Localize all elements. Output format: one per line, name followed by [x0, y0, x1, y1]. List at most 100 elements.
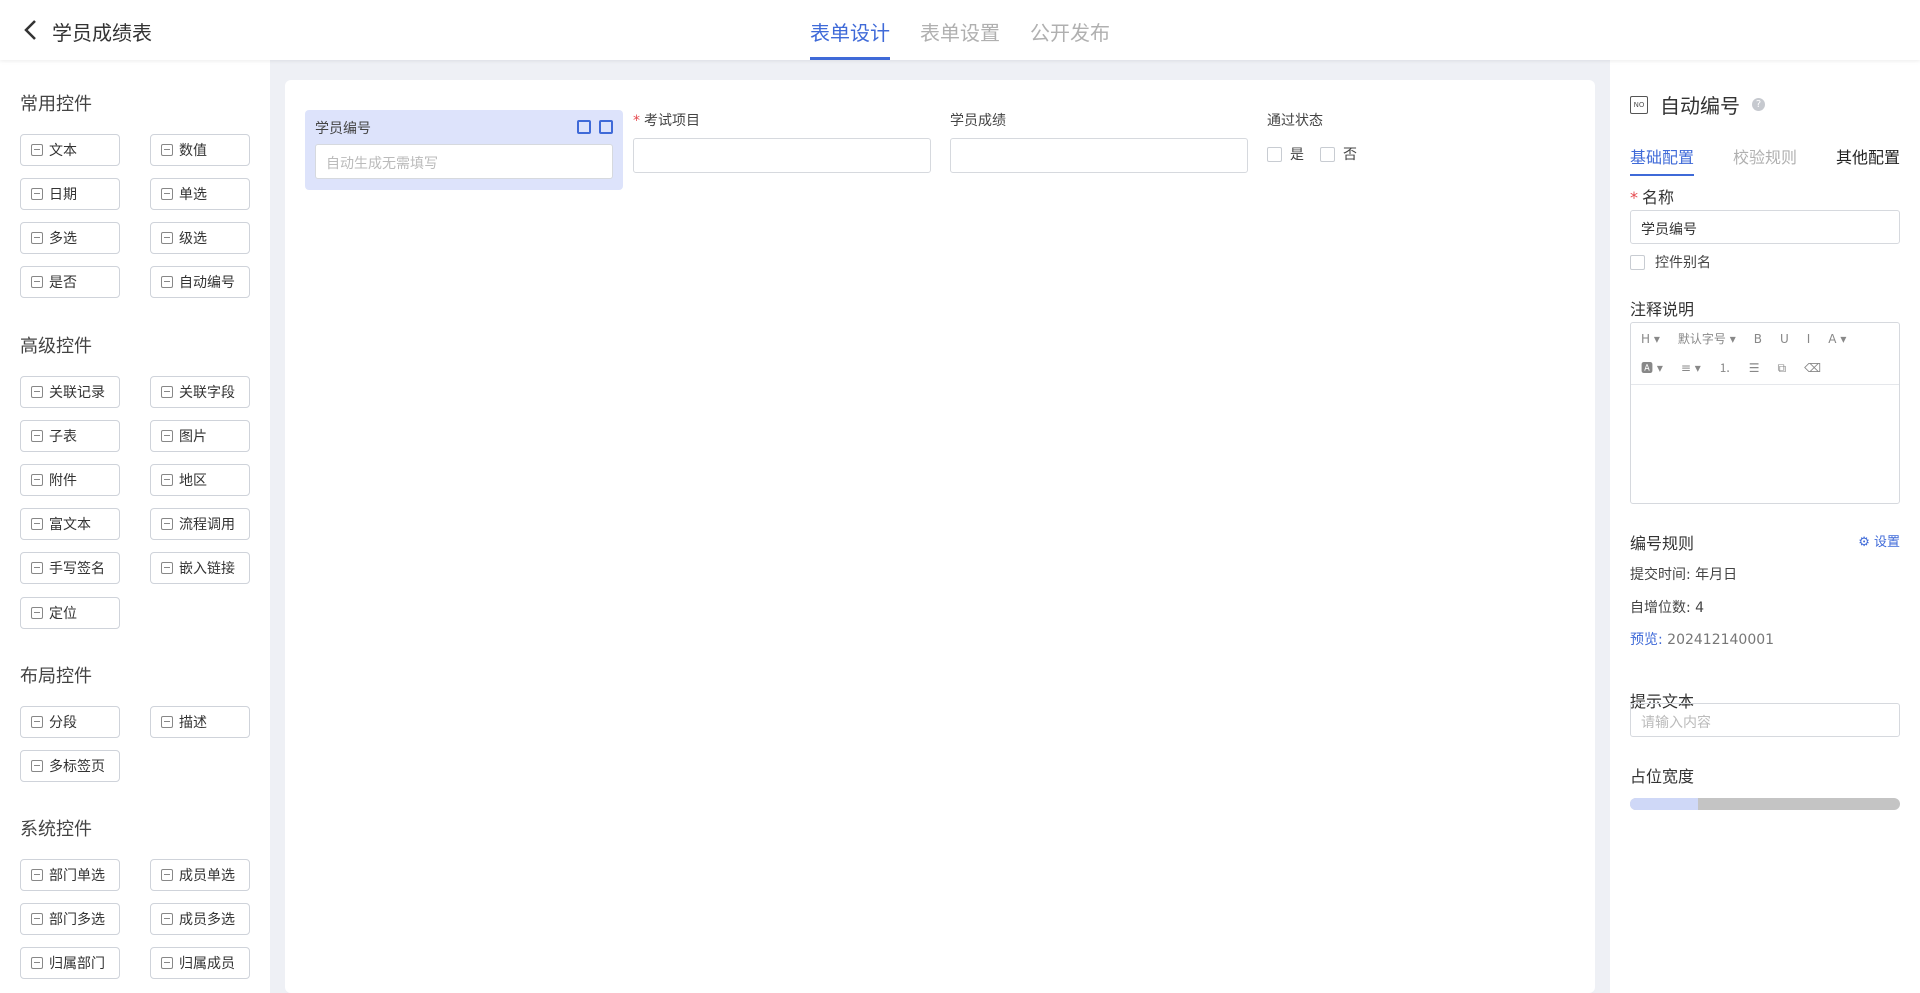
ctrl-dept-multi[interactable]: 部门多选: [20, 903, 120, 935]
ctrl-owner-dept[interactable]: 归属部门: [20, 947, 120, 979]
underline-button[interactable]: U: [1780, 329, 1789, 349]
department-icon: [31, 869, 43, 881]
font-size-select[interactable]: 默认字号 ▾: [1678, 329, 1736, 349]
ctrl-owner-member[interactable]: 归属成员: [150, 947, 250, 979]
form-title: 学员成绩表: [52, 21, 152, 45]
tab-basic-config[interactable]: 基础配置: [1630, 144, 1695, 176]
ordered-list-button[interactable]: ⒈: [1719, 358, 1731, 378]
submit-time-value: 年月日: [1695, 567, 1738, 583]
ctrl-region[interactable]: 地区: [150, 464, 250, 496]
ctrl-member-multi[interactable]: 成员多选: [150, 903, 250, 935]
ctrl-embed-link[interactable]: 嵌入链接: [150, 552, 250, 584]
gear-icon: ⚙: [1858, 535, 1874, 550]
multi-check-icon: [31, 232, 43, 244]
group-title-common: 常用控件: [20, 94, 92, 115]
ctrl-description[interactable]: 描述: [150, 706, 250, 738]
ctrl-yes-no[interactable]: 是否: [20, 266, 120, 298]
ctrl-signature[interactable]: 手写签名: [20, 552, 120, 584]
preview-label: 预览:: [1630, 632, 1663, 648]
width-label: 占位宽度: [1630, 767, 1695, 786]
property-panel: NO 自动编号 ? 基础配置 校验规则 其他配置 * 名称 学员编号 控件别名 注…: [1610, 60, 1920, 993]
bold-button[interactable]: B: [1754, 329, 1762, 349]
digits-label: 自增位数:: [1630, 600, 1691, 616]
bg-color-button[interactable]: 🅰 ▾: [1641, 358, 1663, 378]
ctrl-text[interactable]: 文本: [20, 134, 120, 166]
ctrl-number[interactable]: 数值: [150, 134, 250, 166]
required-mark: *: [1630, 188, 1638, 207]
alias-label: 控件别名: [1655, 255, 1711, 271]
hint-input[interactable]: 请输入内容: [1630, 703, 1900, 737]
tab-publish[interactable]: 公开发布: [1030, 0, 1110, 60]
exam-item-input[interactable]: [633, 138, 931, 173]
option-no-label: 否: [1343, 147, 1357, 163]
width-slider-fill: [1630, 798, 1698, 810]
editor-toolbar: H ▾ 默认字号 ▾ B U I A ▾ 🅰 ▾ ≡ ▾ ⒈ ☰ ⧉ ⌫: [1631, 323, 1899, 385]
student-score-input[interactable]: [950, 138, 1248, 173]
description-icon: [161, 716, 173, 728]
field-label: 学员成绩: [950, 113, 1006, 129]
ctrl-dept-single[interactable]: 部门单选: [20, 859, 120, 891]
tab-validation[interactable]: 校验规则: [1733, 144, 1797, 176]
delete-icon[interactable]: [599, 120, 613, 134]
copy-icon[interactable]: [577, 120, 591, 134]
ctrl-multi-choice[interactable]: 多选: [20, 222, 120, 254]
submit-time-label: 提交时间:: [1630, 567, 1691, 583]
subtable-icon: [31, 430, 43, 442]
ctrl-multi-tab[interactable]: 多标签页: [20, 750, 120, 782]
alias-checkbox[interactable]: [1630, 254, 1645, 270]
field-exam-item[interactable]: * 考试项目: [633, 110, 931, 173]
ctrl-workflow-call[interactable]: 流程调用: [150, 508, 250, 540]
tab-other-config[interactable]: 其他配置: [1836, 144, 1900, 176]
ctrl-date[interactable]: 日期: [20, 178, 120, 210]
form-canvas[interactable]: 学员编号 自动生成无需填写 * 考试项目 学员成绩 通过状态 是 否: [285, 80, 1595, 993]
ctrl-auto-number[interactable]: 自动编号: [150, 266, 250, 298]
field-label: 通过状态: [1267, 113, 1323, 129]
option-yes-label: 是: [1290, 147, 1304, 163]
rule-settings-link[interactable]: ⚙ 设置: [1858, 531, 1900, 550]
name-input[interactable]: 学员编号: [1630, 210, 1900, 244]
panel-tabs: 基础配置 校验规则 其他配置: [1630, 144, 1900, 176]
link-button[interactable]: ⧉: [1778, 358, 1787, 378]
bullet-list-button[interactable]: ☰: [1749, 358, 1760, 378]
preview-value: 202412140001: [1667, 632, 1775, 648]
ctrl-attachment[interactable]: 附件: [20, 464, 120, 496]
tab-form-settings[interactable]: 表单设置: [920, 0, 1000, 60]
ctrl-linked-field[interactable]: 关联字段: [150, 376, 250, 408]
group-title-system: 系统控件: [20, 819, 92, 840]
clear-format-button[interactable]: ⌫: [1804, 358, 1821, 378]
field-pass-status[interactable]: 通过状态 是 否: [1267, 110, 1373, 164]
member-icon: [161, 869, 173, 881]
member-icon: [161, 913, 173, 925]
align-button[interactable]: ≡ ▾: [1681, 358, 1701, 378]
font-color-button[interactable]: A ▾: [1828, 329, 1846, 349]
ctrl-single-choice[interactable]: 单选: [150, 178, 250, 210]
ctrl-location[interactable]: 定位: [20, 597, 120, 629]
ctrl-rich-text[interactable]: 富文本: [20, 508, 120, 540]
ctrl-member-single[interactable]: 成员单选: [150, 859, 250, 891]
heading-button[interactable]: H ▾: [1641, 329, 1660, 349]
ctrl-subtable[interactable]: 子表: [20, 420, 120, 452]
org-icon: [31, 957, 43, 969]
option-no-checkbox[interactable]: [1320, 146, 1335, 162]
help-icon[interactable]: ?: [1752, 98, 1765, 111]
back-arrow-icon[interactable]: [20, 16, 42, 44]
group-title-advanced: 高级控件: [20, 336, 92, 357]
ctrl-cascade[interactable]: 级选: [150, 222, 250, 254]
field-student-id[interactable]: 学员编号 自动生成无需填写: [305, 110, 623, 190]
header-tabs: 表单设计 表单设置 公开发布: [810, 0, 1140, 60]
cascade-icon: [161, 232, 173, 244]
ctrl-linked-record[interactable]: 关联记录: [20, 376, 120, 408]
rich-text-editor[interactable]: H ▾ 默认字号 ▾ B U I A ▾ 🅰 ▾ ≡ ▾ ⒈ ☰ ⧉ ⌫: [1630, 322, 1900, 504]
group-title-layout: 布局控件: [20, 666, 92, 687]
tab-form-design[interactable]: 表单设计: [810, 0, 890, 60]
width-slider[interactable]: [1630, 798, 1900, 810]
ctrl-image[interactable]: 图片: [150, 420, 250, 452]
link-field-icon: [161, 386, 173, 398]
field-student-score[interactable]: 学员成绩: [950, 110, 1248, 173]
panel-title: 自动编号: [1660, 94, 1740, 118]
ctrl-section[interactable]: 分段: [20, 706, 120, 738]
italic-button[interactable]: I: [1807, 329, 1811, 349]
workflow-icon: [161, 518, 173, 530]
attachment-icon: [31, 474, 43, 486]
option-yes-checkbox[interactable]: [1267, 146, 1282, 162]
